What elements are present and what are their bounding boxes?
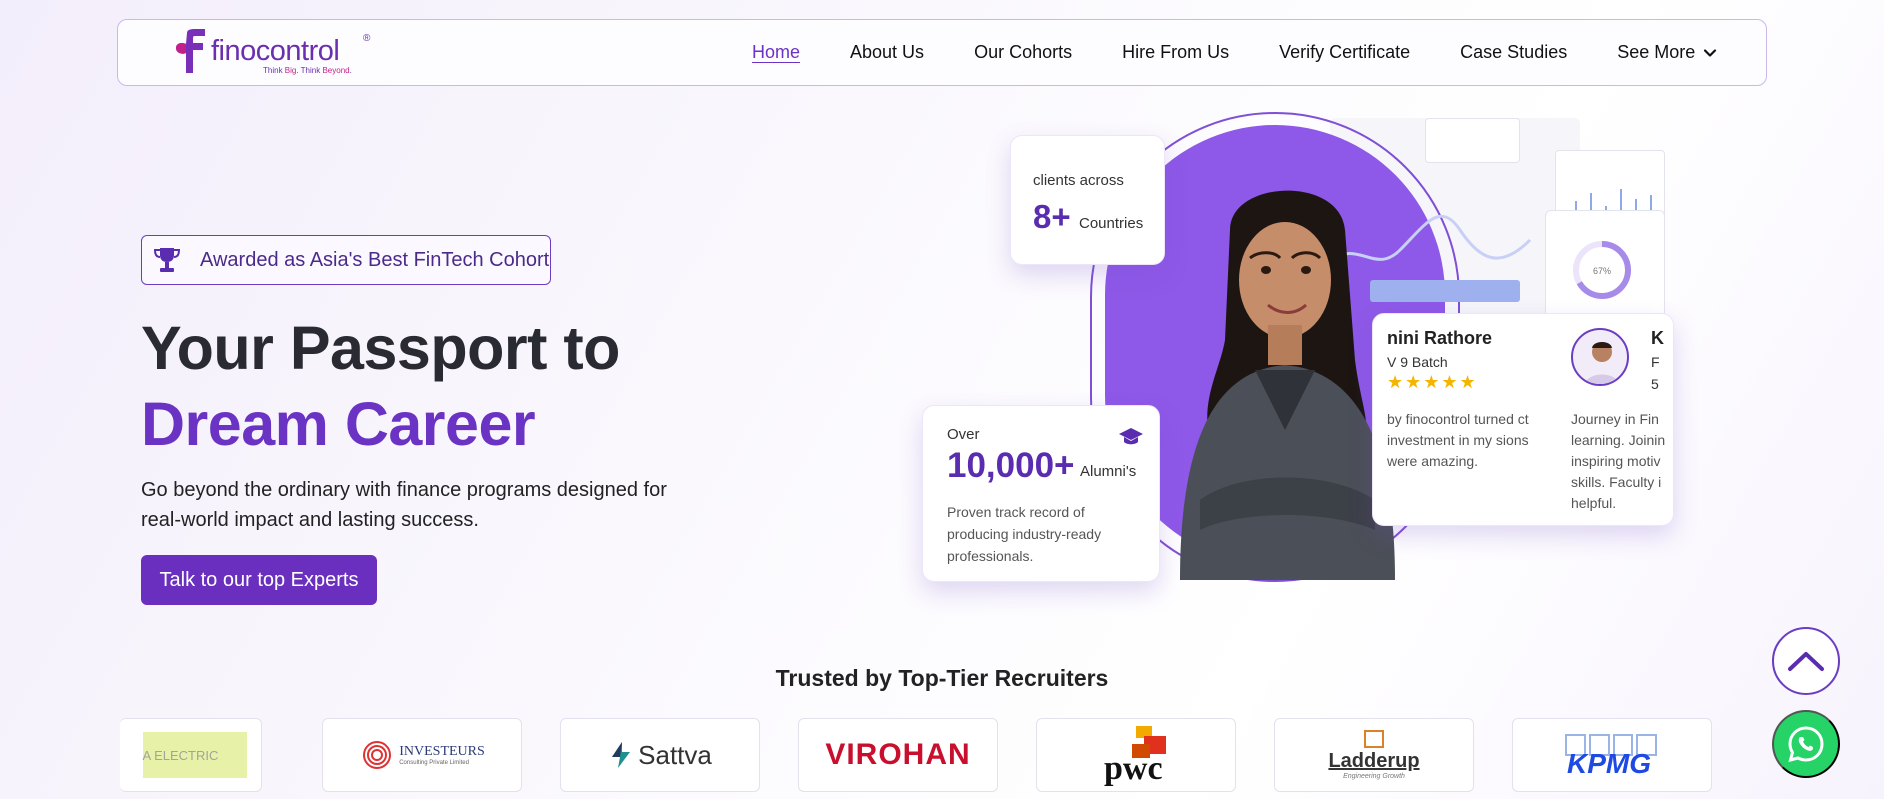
hero-title: Your Passport to Dream Career: [141, 310, 620, 462]
avatar: [1571, 328, 1629, 386]
award-text: Awarded as Asia's Best FinTech Cohort: [200, 248, 550, 271]
investeurs-mark-icon: [363, 741, 392, 769]
top-navbar: finocontrol ® Think Big. Think Beyond. H…: [117, 19, 1767, 86]
testimonial-2-text: Journey in Fin learning. Joinin inspirin…: [1571, 411, 1666, 511]
recruiters-heading: Trusted by Top-Tier Recruiters: [775, 665, 1109, 691]
alumni-stat-card: Over 10,000+ Alumni's Proven track recor…: [922, 405, 1160, 582]
whatsapp-icon: [1788, 726, 1824, 763]
hero-title-line2: Dream Career: [141, 390, 536, 458]
testimonial-text: by finocontrol turned ct investment in m…: [1387, 411, 1529, 469]
donut-chart-graphic: 67%: [1573, 241, 1631, 299]
alumni-unit: Alumni's: [1080, 463, 1137, 480]
rating-stars-icon: ★★★★★: [1387, 372, 1478, 392]
recruiter-logo-virohan: VIROHAN: [798, 718, 998, 792]
chevron-up-icon: [1788, 652, 1824, 671]
nav-see-more[interactable]: See More: [1617, 42, 1717, 63]
countries-number: 8+: [1033, 198, 1071, 235]
testimonial-2-name: K: [1651, 328, 1664, 348]
dashboard-widget: [1425, 118, 1520, 163]
testimonial-2-rating: 5: [1651, 376, 1659, 392]
sattva-mark-icon: [612, 742, 631, 768]
testimonial-name: nini Rathore: [1387, 328, 1493, 348]
see-more-label: See More: [1617, 42, 1696, 62]
nav-home[interactable]: Home: [752, 42, 800, 63]
whatsapp-chat-button[interactable]: [1772, 710, 1840, 778]
hero-illustration: 67% clients across 8+ Countries Over 10,…: [910, 110, 1690, 600]
recruiter-logos-strip: A ELECTRIC INVESTEURS Consulting Private…: [120, 718, 1720, 793]
recruiter-logo-pwc: pwc: [1036, 718, 1236, 792]
alumni-number: 10,000+: [947, 446, 1075, 485]
recruiter-logo-investeurs: INVESTEURS Consulting Private Limited: [322, 718, 522, 792]
testimonial-2-batch: F: [1651, 354, 1660, 370]
finocontrol-logo[interactable]: finocontrol ® Think Big. Think Beyond.: [173, 29, 373, 77]
logo-tagline: Think Big. Think Beyond.: [263, 66, 352, 75]
donut-label: 67%: [1593, 266, 1611, 276]
chevron-down-icon: [1704, 48, 1717, 57]
scroll-to-top-button[interactable]: [1772, 627, 1840, 695]
countries-unit: Countries: [1079, 215, 1144, 232]
nav-hire-from-us[interactable]: Hire From Us: [1122, 42, 1229, 63]
nav-about-us[interactable]: About Us: [850, 42, 924, 63]
countries-caption: clients across: [1033, 172, 1124, 189]
logo-wordmark: finocontrol: [211, 35, 340, 67]
recruiter-logo-sattva: Sattva: [560, 718, 760, 792]
alumni-over-label: Over: [947, 426, 980, 443]
recruiter-logo-kpmg: KPMG: [1512, 718, 1712, 792]
hero-title-line1: Your Passport to: [141, 314, 620, 382]
nav-verify-certificate[interactable]: Verify Certificate: [1279, 42, 1410, 63]
testimonial-batch: V 9 Batch: [1387, 354, 1448, 370]
recruiter-logo-ladderup: Ladderup Engineering Growth: [1274, 718, 1474, 792]
recruiter-logo-electric: A ELECTRIC: [120, 718, 262, 792]
main-nav: Home About Us Our Cohorts Hire From Us V…: [752, 20, 1717, 85]
graduation-cap-icon: [1119, 428, 1143, 445]
avatar-icon: [1584, 342, 1620, 384]
testimonial-card[interactable]: nini Rathore V 9 Batch ★★★★★ by finocont…: [1372, 313, 1674, 526]
nav-case-studies[interactable]: Case Studies: [1460, 42, 1567, 63]
talk-to-experts-button[interactable]: Talk to our top Experts: [141, 555, 377, 605]
logo-registered: ®: [363, 33, 371, 44]
hero-subtitle: Go beyond the ordinary with finance prog…: [141, 479, 667, 531]
nav-our-cohorts[interactable]: Our Cohorts: [974, 42, 1072, 63]
award-badge: Awarded as Asia's Best FinTech Cohort: [141, 235, 551, 285]
trophy-icon: [153, 248, 181, 272]
alumni-description: Proven track record of producing industr…: [947, 504, 1102, 564]
ladderup-mark-icon: [1364, 730, 1384, 748]
countries-stat-card: clients across 8+ Countries: [1010, 135, 1165, 265]
finocontrol-logo-mark: [176, 29, 205, 73]
